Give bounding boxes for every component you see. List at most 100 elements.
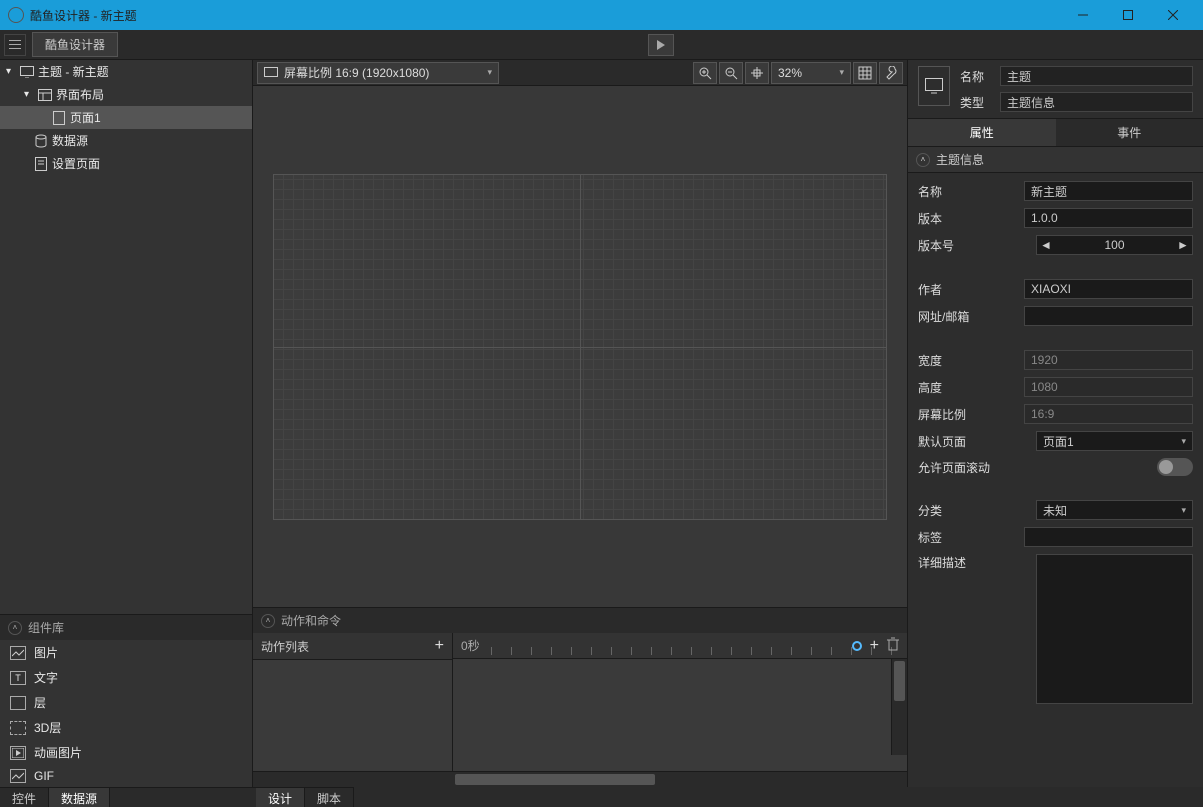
object-icon [918,66,950,106]
tab-datasource[interactable]: 数据源 [49,788,110,807]
design-canvas[interactable] [273,174,887,520]
timeline-content[interactable] [453,659,907,771]
component-label: 动画图片 [34,744,82,761]
prop-label-versionnum: 版本号 [918,237,1028,254]
screen-ratio-select[interactable]: 屏幕比例 16:9 (1920x1080) ▾ [257,62,499,84]
play-button[interactable] [648,34,674,56]
zoom-out-button[interactable] [719,62,743,84]
spinner-prev-button[interactable]: ◄ [1037,238,1055,252]
tab-script[interactable]: 脚本 [305,788,354,807]
chevron-up-icon: ˄ [8,621,22,635]
tree-item-datasource[interactable]: 数据源 [0,129,252,152]
right-panel: 名称 类型 属性 事件 ˄ 主题信息 名称 版本 版本号 ◄ 100 ► 作者 [907,60,1203,787]
canvas-area[interactable] [253,86,907,607]
component-label: 层 [34,694,46,711]
tab-design[interactable]: 设计 [256,788,305,807]
chevron-down-icon: ▾ [1181,505,1186,516]
prop-section-header[interactable]: ˄ 主题信息 [908,147,1203,173]
prop-input-width [1024,350,1193,370]
component-item-gif[interactable]: GIF [0,765,252,787]
name-label: 名称 [960,68,992,85]
prop-label-name: 名称 [918,183,1016,200]
fit-button[interactable] [745,62,769,84]
timeline-ruler[interactable]: 0秒 + [453,633,907,659]
component-panel-header[interactable]: ˄ 组件库 [0,615,252,640]
tab-controls[interactable]: 控件 [0,788,49,807]
tree-item-theme[interactable]: ▾ 主题 - 新主题 [0,60,252,83]
prop-label-tags: 标签 [918,529,1016,546]
chevron-down-icon: ▾ [6,66,16,77]
tree-item-layout[interactable]: ▾ 界面布局 [0,83,252,106]
window-title: 酷鱼设计器 - 新主题 [30,7,1060,24]
chevron-down-icon: ▾ [1181,436,1186,447]
timeline-scrollbar-horizontal[interactable] [253,771,907,787]
component-item-3dlayer[interactable]: 3D层 [0,715,252,740]
minimize-button[interactable] [1060,0,1105,30]
text-icon: T [10,671,26,685]
component-item-image[interactable]: 图片 [0,640,252,665]
inspector-header: 名称 类型 [908,60,1203,119]
image-icon [10,646,26,660]
prop-select-category[interactable]: 未知▾ [1036,500,1193,520]
grid-button[interactable] [853,62,877,84]
prop-toggle-allow-scroll[interactable] [1157,458,1193,476]
zoom-in-button[interactable] [693,62,717,84]
tree-label: 设置页面 [52,155,100,172]
tree-item-page[interactable]: 页面1 [0,106,252,129]
timeline-scrollbar-vertical[interactable] [891,659,907,755]
close-button[interactable] [1150,0,1195,30]
chevron-down-icon: ▾ [839,67,844,78]
ratio-label: 屏幕比例 16:9 (1920x1080) [284,64,429,81]
object-name-input[interactable] [1000,66,1193,86]
action-list-body[interactable] [253,660,452,771]
prop-label-allow-scroll: 允许页面滚动 [918,459,1028,476]
add-action-button[interactable]: + [435,637,444,655]
component-label: GIF [34,769,54,783]
zoom-select[interactable]: 32%▾ [771,62,851,84]
wrench-button[interactable] [879,62,903,84]
app-icon [8,7,24,23]
tree-item-settings[interactable]: 设置页面 [0,152,252,175]
prop-label-author: 作者 [918,281,1016,298]
prop-input-url[interactable] [1024,306,1193,326]
tree-label: 主题 - 新主题 [38,63,109,80]
tab-events[interactable]: 事件 [1056,119,1203,146]
timeline-track: 0秒 + [453,633,907,771]
prop-textarea-desc[interactable] [1036,554,1193,704]
spinner-next-button[interactable]: ► [1174,238,1192,252]
gif-icon [10,769,26,783]
tree-panel: ▾ 主题 - 新主题 ▾ 界面布局 页面1 数据源 设置页面 [0,60,252,614]
add-keyframe-button[interactable]: + [870,637,879,655]
maximize-button[interactable] [1105,0,1150,30]
titlebar: 酷鱼设计器 - 新主题 [0,0,1203,30]
action-list: 动作列表 + [253,633,453,771]
action-list-header: 动作列表 + [253,633,452,660]
timeline-header[interactable]: ˄ 动作和命令 [253,608,907,633]
tab-properties[interactable]: 属性 [908,119,1056,146]
record-icon[interactable] [852,641,862,651]
prop-input-version[interactable] [1024,208,1193,228]
menubar: 酷鱼设计器 [0,30,1203,60]
database-icon [34,134,48,148]
app-name-button[interactable]: 酷鱼设计器 [32,32,118,57]
prop-input-author[interactable] [1024,279,1193,299]
timeline-zero-label: 0秒 [461,637,480,654]
prop-input-name[interactable] [1024,181,1193,201]
chevron-down-icon: ▾ [487,67,492,78]
canvas-toolbar: 屏幕比例 16:9 (1920x1080) ▾ 32%▾ [253,60,907,86]
prop-select-default-page[interactable]: 页面1▾ [1036,431,1193,451]
delete-keyframe-button[interactable] [887,637,899,654]
component-list: 图片 T 文字 层 3D层 动画图片 GIF [0,640,252,787]
monitor-icon [264,67,278,79]
prop-label-url: 网址/邮箱 [918,308,1016,325]
prop-spinner-versionnum[interactable]: ◄ 100 ► [1036,235,1193,255]
component-item-anim-image[interactable]: 动画图片 [0,740,252,765]
tree-label: 数据源 [52,132,88,149]
prop-label-version: 版本 [918,210,1016,227]
prop-input-tags[interactable] [1024,527,1193,547]
hamburger-menu-button[interactable] [4,34,26,56]
component-item-text[interactable]: T 文字 [0,665,252,690]
component-item-layer[interactable]: 层 [0,690,252,715]
component-label: 文字 [34,669,58,686]
component-label: 3D层 [34,719,61,736]
